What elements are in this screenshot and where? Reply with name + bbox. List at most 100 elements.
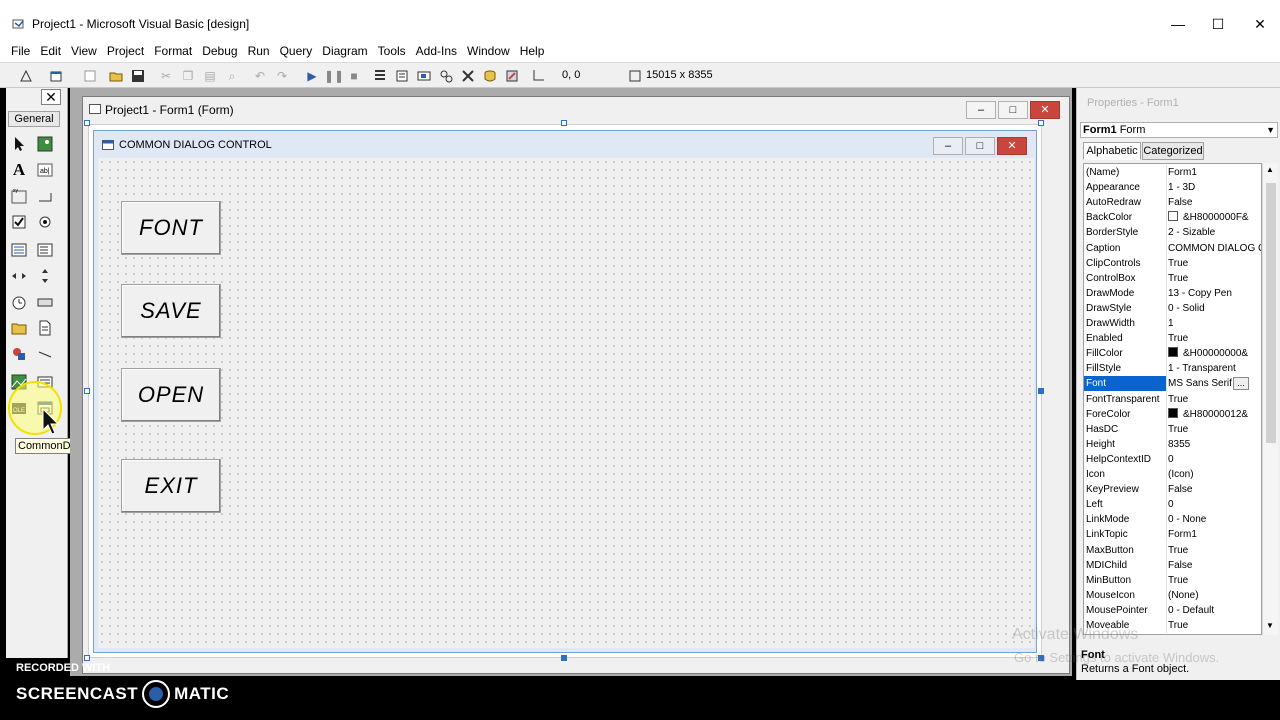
tab-alphabetic[interactable]: Alphabetic [1083, 142, 1141, 160]
open-project-icon[interactable] [108, 68, 124, 84]
property-value[interactable]: True [1168, 392, 1261, 407]
project-explorer-icon[interactable] [372, 68, 388, 84]
resize-handle[interactable] [1038, 120, 1044, 126]
save-button[interactable]: SAVE [121, 284, 221, 338]
menu-query[interactable]: Query [280, 44, 313, 58]
property-row[interactable]: AutoRedraw False [1084, 195, 1261, 211]
property-row[interactable]: LinkMode 0 - None [1084, 512, 1261, 528]
menu-help[interactable]: Help [520, 44, 545, 58]
menu-debug[interactable]: Debug [202, 44, 237, 58]
property-value[interactable]: Form1 [1168, 165, 1261, 180]
resize-handle[interactable] [84, 120, 90, 126]
commandbutton-icon[interactable] [35, 186, 55, 206]
open-button[interactable]: OPEN [121, 368, 221, 422]
hscrollbar-icon[interactable] [9, 266, 29, 286]
checkbox-icon[interactable] [9, 212, 29, 232]
paste-icon[interactable]: ▤ [202, 68, 218, 84]
property-row[interactable]: Appearance 1 - 3D [1084, 180, 1261, 196]
cut-icon[interactable]: ✂ [158, 68, 174, 84]
chevron-down-icon[interactable]: ▼ [1266, 123, 1275, 137]
property-row[interactable]: MouseIcon (None) [1084, 587, 1261, 603]
resize-handle[interactable] [1038, 388, 1044, 394]
property-value[interactable]: True [1168, 543, 1261, 558]
property-value[interactable]: (Icon) [1168, 467, 1261, 482]
menu-project[interactable]: Project [107, 44, 144, 58]
property-row[interactable]: MousePointer 0 - Default [1084, 602, 1261, 618]
component-manager-icon[interactable] [504, 68, 520, 84]
form1-client-area[interactable] [98, 158, 1034, 648]
frame-icon[interactable]: xy [9, 186, 29, 206]
property-value[interactable]: 0 [1168, 452, 1261, 467]
property-row[interactable]: FillStyle 1 - Transparent [1084, 361, 1261, 377]
property-value[interactable]: False [1168, 558, 1261, 573]
form1-maximize-button[interactable]: □ [965, 137, 995, 155]
property-value[interactable]: 1 - Transparent [1168, 361, 1261, 376]
property-row[interactable]: Left 0 [1084, 497, 1261, 513]
property-value[interactable]: True [1168, 331, 1261, 346]
property-value[interactable]: 1 [1168, 316, 1261, 331]
property-row[interactable]: BackColor &H8000000F& [1084, 210, 1261, 226]
property-row[interactable]: Font MS Sans Serif... [1084, 376, 1261, 392]
find-icon[interactable]: ⌕ [224, 68, 240, 84]
designer-minimize-button[interactable]: – [966, 101, 996, 119]
property-row[interactable]: DrawStyle 0 - Solid [1084, 300, 1261, 316]
form1-minimize-button[interactable]: – [933, 137, 963, 155]
resize-handle[interactable] [561, 120, 567, 126]
property-row[interactable]: BorderStyle 2 - Sizable [1084, 225, 1261, 241]
property-value[interactable]: &H80000012& [1168, 407, 1261, 422]
resize-handle[interactable] [84, 655, 90, 661]
property-value[interactable]: 0 [1168, 497, 1261, 512]
property-value[interactable]: False [1168, 482, 1261, 497]
scroll-up-icon[interactable]: ▲ [1266, 165, 1274, 174]
add-form-icon[interactable] [48, 68, 64, 84]
menu-editor-icon[interactable] [82, 68, 98, 84]
toolbox-tab-general[interactable]: General [8, 111, 60, 127]
property-row[interactable]: MDIChild False [1084, 557, 1261, 573]
exit-button[interactable]: EXIT [121, 459, 221, 513]
property-row[interactable]: DrawWidth 1 [1084, 316, 1261, 331]
optionbutton-icon[interactable] [35, 212, 55, 232]
property-value[interactable]: False [1168, 195, 1261, 210]
start-icon[interactable]: ▶ [304, 68, 320, 84]
property-row[interactable]: Height 8355 [1084, 436, 1261, 452]
property-value[interactable]: Form1 [1168, 527, 1261, 542]
dirlistbox-icon[interactable] [9, 318, 29, 338]
property-value[interactable]: 1 - 3D [1168, 180, 1261, 195]
redo-icon[interactable]: ↷ [274, 68, 290, 84]
property-value[interactable]: True [1168, 573, 1261, 588]
save-project-icon[interactable] [130, 68, 146, 84]
object-browser-icon[interactable] [438, 68, 454, 84]
scroll-down-icon[interactable]: ▼ [1266, 621, 1274, 630]
property-row[interactable]: ClipControls True [1084, 255, 1261, 271]
timer-icon[interactable] [9, 292, 29, 312]
object-selector[interactable]: Form1 Form ▼ [1080, 122, 1278, 138]
label-icon[interactable]: A [9, 160, 29, 180]
property-row[interactable]: FontTransparent True [1084, 391, 1261, 407]
shape-icon[interactable] [9, 344, 29, 364]
property-row[interactable]: DrawMode 13 - Copy Pen [1084, 285, 1261, 301]
picturebox-icon[interactable] [35, 134, 55, 154]
property-value[interactable]: 13 - Copy Pen [1168, 286, 1261, 301]
property-row[interactable]: MaxButton True [1084, 542, 1261, 558]
property-row[interactable]: (Name) Form1 [1084, 165, 1261, 180]
break-icon[interactable]: ❚❚ [324, 68, 344, 84]
properties-window-icon[interactable] [394, 68, 410, 84]
menu-add-ins[interactable]: Add-Ins [416, 44, 457, 58]
toolbox-icon[interactable] [460, 68, 476, 84]
property-value[interactable]: True [1168, 271, 1261, 286]
maximize-button[interactable]: ☐ [1198, 14, 1238, 34]
combobox-icon[interactable] [9, 240, 29, 260]
property-row[interactable]: ControlBox True [1084, 270, 1261, 286]
property-value[interactable]: COMMON DIALOG C [1168, 241, 1261, 256]
menu-tools[interactable]: Tools [378, 44, 406, 58]
property-value[interactable]: 8355 [1168, 437, 1261, 452]
menu-view[interactable]: View [71, 44, 97, 58]
property-value[interactable]: &H8000000F& [1168, 210, 1261, 225]
copy-icon[interactable]: ❐ [180, 68, 196, 84]
ellipsis-button[interactable]: ... [1233, 377, 1249, 391]
add-project-icon[interactable] [18, 68, 34, 84]
property-row[interactable]: ForeColor &H80000012& [1084, 406, 1261, 422]
property-value[interactable]: 0 - None [1168, 512, 1261, 527]
font-button[interactable]: FONT [121, 201, 221, 255]
property-row[interactable]: FillColor &H00000000& [1084, 346, 1261, 362]
